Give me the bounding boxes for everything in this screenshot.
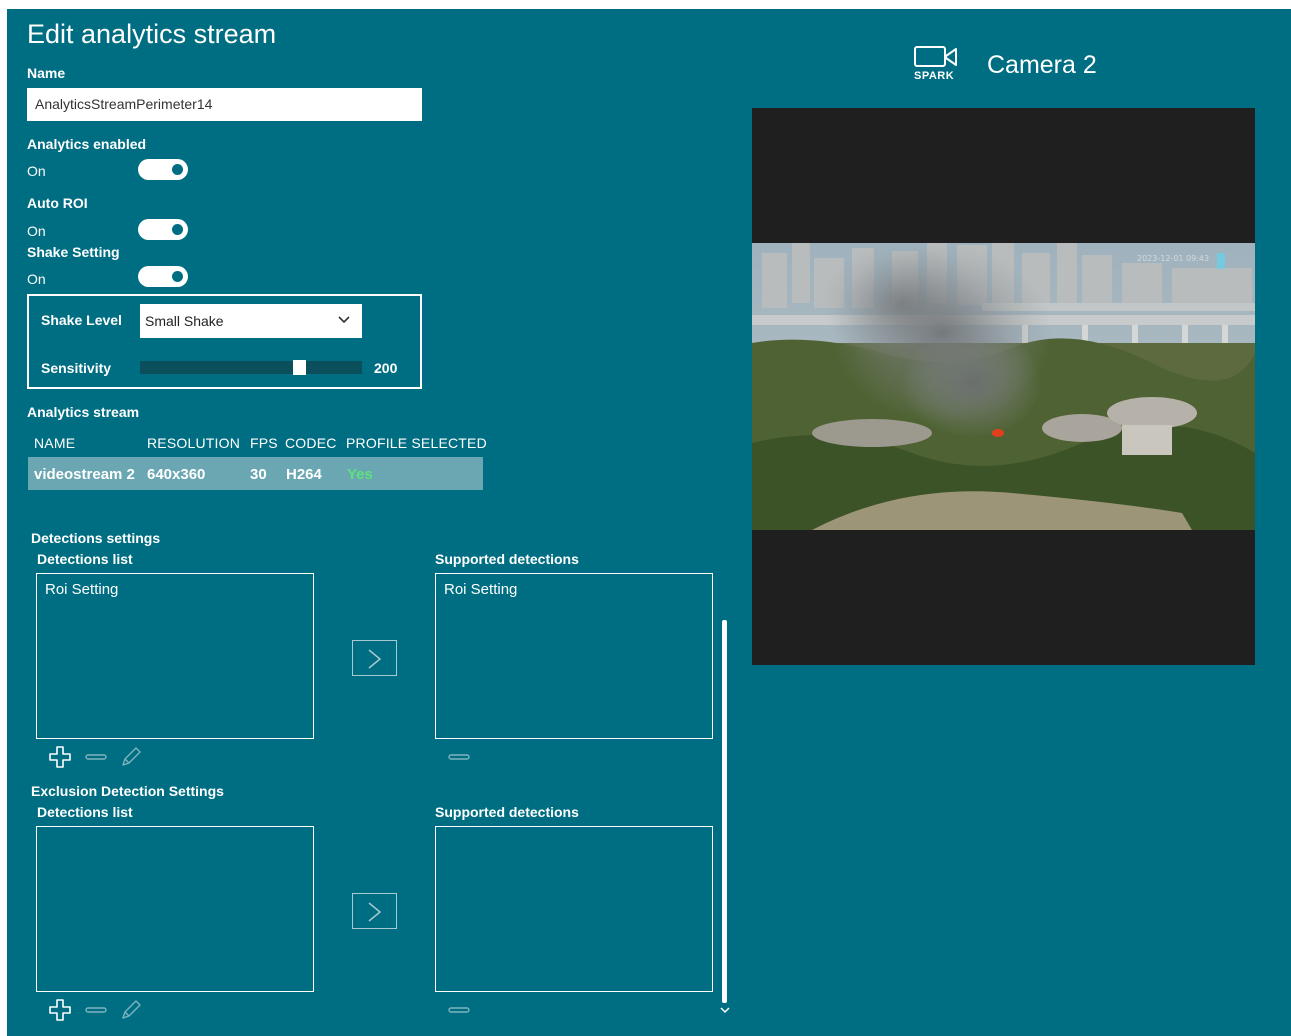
cell-name: videostream 2	[34, 466, 135, 483]
add-to-supported-button[interactable]	[352, 640, 397, 676]
pencil-icon[interactable]	[119, 745, 143, 769]
column-header-profile-selected[interactable]: PROFILE SELECTED	[346, 435, 487, 451]
pencil-icon[interactable]	[119, 998, 143, 1022]
analytics-enabled-toggle[interactable]	[138, 159, 188, 180]
plus-icon[interactable]	[48, 745, 72, 769]
shake-setting-state: On	[27, 271, 46, 287]
exclusion-detections-list-label: Detections list	[37, 804, 133, 820]
shake-setting-label: Shake Setting	[27, 244, 120, 260]
detections-settings-label: Detections settings	[31, 530, 161, 546]
minus-icon[interactable]	[84, 998, 108, 1022]
exclusion-add-to-supported-button[interactable]	[352, 893, 397, 929]
chevron-right-icon	[368, 902, 382, 922]
vertical-scrollbar-thumb[interactable]	[722, 620, 727, 1003]
exclusion-detection-settings-label: Exclusion Detection Settings	[31, 783, 224, 799]
svg-text:2023-12-01 09:43: 2023-12-01 09:43	[1137, 254, 1209, 263]
minus-icon[interactable]	[447, 998, 471, 1022]
sensitivity-label: Sensitivity	[41, 360, 112, 376]
video-preview[interactable]: 2023-12-01 09:43	[752, 108, 1255, 665]
toggle-knob	[172, 271, 183, 282]
chevron-right-icon	[368, 649, 382, 669]
cell-profile-selected: Yes	[347, 466, 373, 483]
cell-fps: 30	[250, 466, 267, 483]
sensitivity-slider[interactable]	[140, 360, 362, 375]
supported-detections-listbox[interactable]: Roi Setting	[435, 573, 713, 739]
auto-roi-label: Auto ROI	[27, 195, 88, 211]
list-item[interactable]: Roi Setting	[45, 581, 118, 598]
column-header-resolution[interactable]: RESOLUTION	[147, 435, 240, 451]
column-header-name[interactable]: NAME	[34, 435, 75, 451]
minus-icon[interactable]	[447, 745, 471, 769]
spark-logo-text: SPARK	[914, 70, 955, 82]
name-label: Name	[27, 65, 66, 81]
scroll-down-icon[interactable]	[719, 1006, 731, 1016]
minus-icon[interactable]	[84, 745, 108, 769]
detections-list-label: Detections list	[37, 551, 133, 567]
toggle-knob	[172, 164, 183, 175]
sensitivity-value: 200	[374, 360, 398, 376]
name-input[interactable]: AnalyticsStreamPerimeter14	[27, 88, 422, 121]
analytics-enabled-label: Analytics enabled	[27, 136, 147, 152]
exclusion-supported-detections-listbox[interactable]	[435, 826, 713, 992]
table-row[interactable]: videostream 2 640x360 30 H264 Yes	[28, 457, 483, 490]
exclusion-detections-listbox[interactable]	[36, 826, 314, 992]
camera-name: Camera 2	[987, 51, 1097, 79]
camera-video-frame: 2023-12-01 09:43	[752, 243, 1255, 530]
sensitivity-slider-thumb[interactable]	[293, 360, 306, 375]
analytics-stream-label: Analytics stream	[27, 404, 140, 420]
auto-roi-toggle[interactable]	[138, 219, 188, 240]
shake-level-value: Small Shake	[145, 313, 224, 329]
shake-settings-group: Shake Level Small Shake Sensitivity 200	[27, 294, 422, 389]
supported-detections-label: Supported detections	[435, 551, 579, 567]
toggle-knob	[172, 224, 183, 235]
shake-setting-toggle[interactable]	[138, 266, 188, 287]
list-item[interactable]: Roi Setting	[444, 581, 517, 598]
analytics-enabled-state: On	[27, 163, 46, 179]
detections-listbox[interactable]: Roi Setting	[36, 573, 314, 739]
shake-level-label: Shake Level	[41, 312, 122, 328]
chevron-down-icon	[338, 316, 350, 324]
column-header-codec[interactable]: CODEC	[285, 435, 337, 451]
shake-level-select[interactable]: Small Shake	[140, 304, 362, 338]
page-title: Edit analytics stream	[27, 19, 277, 49]
cell-codec: H264	[286, 466, 322, 483]
column-header-fps[interactable]: FPS	[250, 435, 278, 451]
auto-roi-state: On	[27, 223, 46, 239]
edit-analytics-stream-window: Edit analytics stream Name AnalyticsStre…	[7, 9, 1291, 1036]
camera-icon	[914, 46, 957, 67]
cell-resolution: 640x360	[147, 466, 206, 483]
exclusion-supported-detections-label: Supported detections	[435, 804, 579, 820]
plus-icon[interactable]	[48, 998, 72, 1022]
